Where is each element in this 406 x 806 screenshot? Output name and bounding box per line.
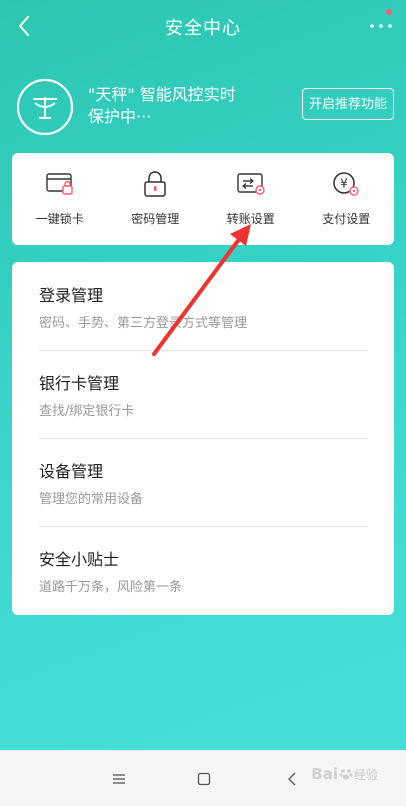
list-item-subtitle: 管理您的常用设备	[39, 492, 144, 507]
list-item-bank-card-management[interactable]: 银行卡管理 查找/绑定银行卡	[39, 350, 367, 438]
settings-list-card: 登录管理 密码、手势、第三方登录方式等管理 银行卡管理 查找/绑定银行卡 设备管…	[12, 262, 394, 615]
list-item-title: 设备管理	[39, 462, 104, 481]
paw-icon	[339, 769, 353, 780]
protection-line-2: 保护中···	[88, 107, 152, 126]
transfer-icon	[237, 173, 265, 195]
list-item-device-management[interactable]: 设备管理 管理您的常用设备	[39, 438, 367, 526]
top-bar: 安全中心	[0, 0, 406, 54]
menu-nav-button[interactable]	[104, 765, 134, 793]
list-item-title: 登录管理	[39, 286, 104, 305]
quick-action-label: 支付设置	[322, 212, 371, 226]
notification-dot	[386, 9, 392, 15]
more-button[interactable]	[368, 14, 394, 38]
back-nav-button[interactable]	[277, 765, 307, 793]
quick-action-label: 转账设置	[226, 212, 275, 226]
square-home-icon	[197, 772, 211, 786]
page-title: 安全中心	[165, 18, 241, 39]
quick-actions-card: 一键锁卡 密码管理 转账设置 ¥ 支付设置	[12, 153, 394, 245]
list-item-title: 银行卡管理	[39, 374, 120, 393]
watermark-brand: Bai	[311, 765, 338, 783]
padlock-icon	[144, 171, 166, 197]
quick-action-label: 一键锁卡	[35, 212, 84, 226]
protection-status-text: "天秤" 智能风控实时 保护中···	[88, 84, 268, 128]
protection-line-1: "天秤" 智能风控实时	[88, 85, 236, 104]
quick-action-payment[interactable]: ¥ 支付设置	[299, 153, 395, 245]
quick-action-password[interactable]: 密码管理	[108, 153, 204, 245]
list-item-security-tips[interactable]: 安全小贴士 道路千万条，风险第一条	[39, 526, 367, 614]
protection-banner: "天秤" 智能风控实时 保护中··· 开启推荐功能	[14, 78, 394, 144]
list-item-login-management[interactable]: 登录管理 密码、手势、第三方登录方式等管理	[39, 262, 367, 350]
chevron-left-icon	[288, 772, 296, 786]
yuan-payment-icon: ¥	[333, 172, 359, 196]
list-item-title: 安全小贴士	[39, 550, 120, 569]
app-screen: 安全中心 "天秤" 智能风控实时 保护中··· 开启推荐功能 一键锁卡 密码管理…	[0, 0, 406, 750]
enable-recommended-button[interactable]: 开启推荐功能	[301, 88, 394, 120]
list-item-subtitle: 查找/绑定银行卡	[39, 404, 135, 419]
scale-shield-icon	[16, 78, 74, 136]
list-item-subtitle: 密码、手势、第三方登录方式等管理	[39, 316, 248, 331]
quick-action-lock-card[interactable]: 一键锁卡	[12, 153, 108, 245]
quick-action-transfer[interactable]: 转账设置	[203, 153, 299, 245]
more-dots-icon	[370, 24, 392, 28]
svg-text:¥: ¥	[340, 177, 348, 191]
menu-lines-icon	[113, 774, 125, 784]
quick-action-label: 密码管理	[131, 212, 180, 226]
card-lock-icon	[46, 173, 73, 195]
watermark-suffix: 经验	[353, 767, 378, 782]
home-nav-button[interactable]	[189, 765, 219, 793]
system-navigation-bar: Bai 经验	[0, 750, 406, 806]
watermark: Bai 经验	[311, 765, 378, 783]
list-item-subtitle: 道路千万条，风险第一条	[39, 580, 183, 595]
